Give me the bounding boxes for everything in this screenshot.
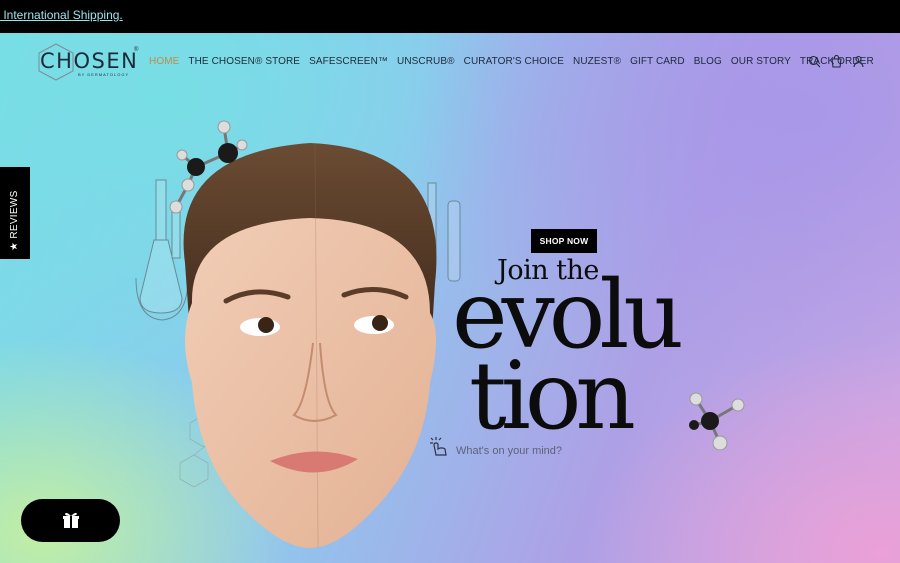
nav-item-blog[interactable]: BLOG [694,56,722,67]
hero-headline-line2: tion [469,342,636,451]
nav-item-safescreen[interactable]: SAFESCREEN™ [309,56,388,67]
rewards-gift-button[interactable] [21,499,120,542]
nav-item-gift-card[interactable]: GIFT CARD [630,56,685,67]
nav-item-our-story[interactable]: OUR STORY [731,56,791,67]
brand-name: CHOSEN [40,49,139,73]
announcement-link[interactable]: r International Shipping. [0,8,123,22]
shop-now-button[interactable]: SHOP NOW [531,229,597,253]
molecule-icon [169,120,248,214]
search-icon[interactable] [808,55,821,68]
gift-icon [63,512,79,528]
nav-item-unscrub[interactable]: UNSCRUB® [397,56,455,67]
molecule-icon [689,392,745,451]
cart-icon[interactable] [830,54,843,68]
nav-item-nuzest[interactable]: NUZEST® [573,56,621,67]
hero-section: CHOSEN ® BY DERMATOLOGY HOME THE CHOSEN®… [0,33,900,563]
brand-logo[interactable]: CHOSEN ® BY DERMATOLOGY [36,43,140,81]
account-icon[interactable] [852,55,865,68]
hero-prompt-link[interactable]: What's on your mind? [456,445,562,457]
header-icons [808,54,865,68]
brand-mark: ® [134,47,139,53]
nav-item-home[interactable]: HOME [149,56,179,67]
reviews-tab[interactable]: ★ REVIEWS [0,167,30,259]
nav-item-curators-choice[interactable]: CURATOR'S CHOICE [464,56,564,67]
reviews-tab-label: ★ REVIEWS [9,190,20,251]
announcement-bar: r International Shipping. [0,0,900,33]
nav-item-store[interactable]: THE CHOSEN® STORE [188,56,300,67]
main-nav: HOME THE CHOSEN® STORE SAFESCREEN™ UNSCR… [149,56,883,67]
pointer-click-icon [430,437,447,456]
brand-tagline: BY DERMATOLOGY [78,72,130,77]
